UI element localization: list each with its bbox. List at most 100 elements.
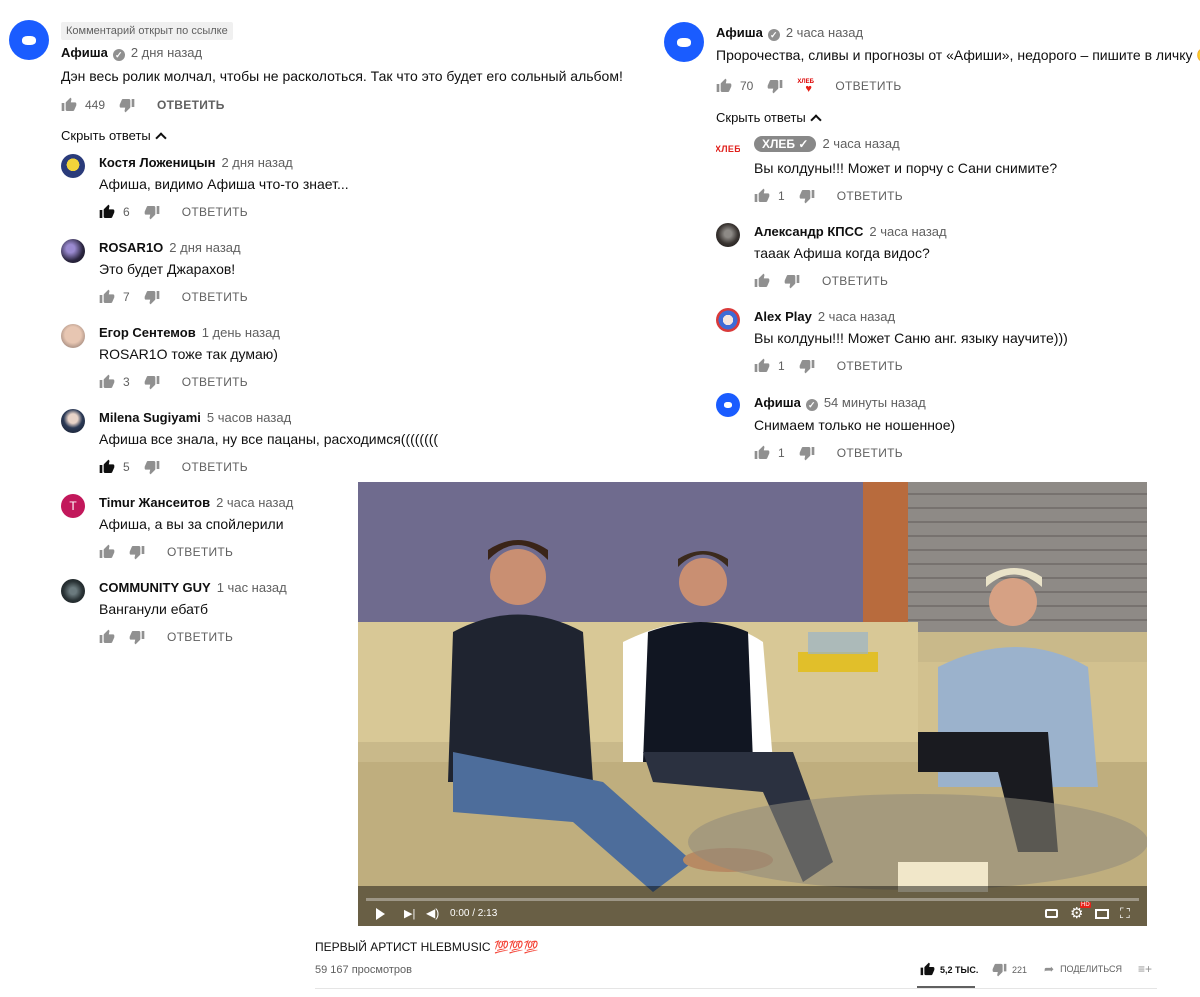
thumb-up-icon[interactable] bbox=[99, 544, 115, 560]
thumb-down-icon[interactable] bbox=[767, 78, 783, 94]
reply-time[interactable]: 2 дня назад bbox=[221, 155, 292, 170]
thumb-down-icon[interactable] bbox=[799, 358, 815, 374]
comment-text: Пророчества, сливы и прогнозы от «Афиши»… bbox=[716, 47, 1200, 64]
author-name[interactable]: ROSAR1O bbox=[99, 240, 163, 255]
thumb-up-icon[interactable] bbox=[99, 204, 115, 220]
thumb-down-icon[interactable] bbox=[784, 273, 800, 289]
reply-author[interactable]: ХЛЕБ ✓ 2 часа назад bbox=[754, 136, 900, 152]
reply-button[interactable]: ОТВЕТИТЬ bbox=[157, 98, 225, 112]
author-name[interactable]: Alex Play bbox=[754, 309, 812, 324]
avatar[interactable] bbox=[61, 239, 85, 263]
thumb-up-icon[interactable] bbox=[99, 629, 115, 645]
reply-button[interactable]: ОТВЕТИТЬ bbox=[167, 630, 233, 644]
reply-author[interactable]: Timur Жансеитов 2 часа назад bbox=[99, 495, 293, 510]
add-to-playlist-button[interactable]: ≡+ bbox=[1138, 962, 1152, 976]
subtitles-icon[interactable] bbox=[1045, 909, 1058, 918]
reply-button[interactable]: ОТВЕТИТЬ bbox=[837, 446, 903, 460]
thumb-down-icon[interactable] bbox=[129, 544, 145, 560]
reply-time[interactable]: 1 час назад bbox=[217, 580, 287, 595]
author-name[interactable]: Афиша bbox=[61, 45, 108, 60]
reply-time[interactable]: 54 минуты назад bbox=[824, 395, 926, 410]
hide-replies-button[interactable]: Скрыть ответы bbox=[61, 128, 167, 144]
reply-button[interactable]: ОТВЕТИТЬ bbox=[182, 375, 248, 389]
avatar[interactable]: ХЛЕБ bbox=[716, 137, 740, 161]
reply-author[interactable]: Костя Ложеницын 2 дня назад bbox=[99, 155, 293, 170]
thumb-down-icon[interactable] bbox=[799, 445, 815, 461]
thumb-down-icon[interactable] bbox=[144, 204, 160, 220]
avatar[interactable] bbox=[716, 223, 740, 247]
reply-author[interactable]: Alex Play 2 часа назад bbox=[754, 309, 895, 324]
thumb-up-icon[interactable] bbox=[716, 78, 732, 94]
thumb-down-icon[interactable] bbox=[799, 188, 815, 204]
author-name[interactable]: Timur Жансеитов bbox=[99, 495, 210, 510]
fullscreen-icon[interactable]: ⛶ bbox=[1120, 905, 1130, 922]
thumb-up-icon[interactable] bbox=[754, 445, 770, 461]
thumb-up-icon[interactable] bbox=[99, 374, 115, 390]
thumb-up-icon[interactable] bbox=[61, 97, 77, 113]
theater-mode-icon[interactable] bbox=[1095, 909, 1109, 919]
reply-time[interactable]: 2 часа назад bbox=[869, 224, 946, 239]
avatar[interactable] bbox=[716, 308, 740, 332]
comment-time[interactable]: 2 дня назад bbox=[131, 45, 202, 60]
volume-icon[interactable]: ◀) bbox=[426, 906, 439, 920]
reply-button[interactable]: ОТВЕТИТЬ bbox=[182, 460, 248, 474]
reply-time[interactable]: 2 часа назад bbox=[822, 136, 899, 151]
hide-replies-button[interactable]: Скрыть ответы bbox=[716, 110, 822, 126]
author-name[interactable]: Афиша bbox=[716, 25, 763, 40]
reply-time[interactable]: 5 часов назад bbox=[207, 410, 291, 425]
channel-owner-badge[interactable]: ХЛЕБ ✓ bbox=[754, 136, 817, 152]
thumb-up-icon[interactable] bbox=[754, 358, 770, 374]
author-name[interactable]: Александр КПСС bbox=[754, 224, 863, 239]
avatar[interactable] bbox=[61, 579, 85, 603]
progress-bar[interactable] bbox=[366, 898, 1139, 901]
thumb-down-icon[interactable] bbox=[144, 289, 160, 305]
reply-button[interactable]: ОТВЕТИТЬ bbox=[837, 359, 903, 373]
video-player[interactable]: ▶| ◀) 0:00 / 2:13 ⚙ HD ⛶ bbox=[358, 482, 1147, 926]
video-title[interactable]: ПЕРВЫЙ АРТИСТ HLEBMUSIC 💯💯💯 bbox=[315, 940, 539, 954]
reply-button[interactable]: ОТВЕТИТЬ bbox=[837, 189, 903, 203]
thumb-down-icon[interactable] bbox=[119, 97, 135, 113]
avatar[interactable] bbox=[61, 154, 85, 178]
reply-author[interactable]: COMMUNITY GUY 1 час назад bbox=[99, 580, 287, 595]
reply-button[interactable]: ОТВЕТИТЬ bbox=[822, 274, 888, 288]
author-name[interactable]: Афиша bbox=[754, 395, 801, 410]
comment-author[interactable]: Афиша ✓ 2 дня назад bbox=[61, 45, 202, 61]
avatar[interactable] bbox=[9, 20, 49, 60]
thumb-down-icon[interactable] bbox=[144, 374, 160, 390]
reply-author[interactable]: Александр КПСС 2 часа назад bbox=[754, 224, 947, 239]
share-button[interactable]: ➦ ПОДЕЛИТЬСЯ bbox=[1044, 962, 1122, 976]
thumb-down-icon[interactable] bbox=[144, 459, 160, 475]
reply-button[interactable]: ОТВЕТИТЬ bbox=[182, 205, 248, 219]
reply-author[interactable]: Афиша ✓ 54 минуты назад bbox=[754, 395, 926, 411]
reply-time[interactable]: 2 дня назад bbox=[169, 240, 240, 255]
avatar[interactable]: T bbox=[61, 494, 85, 518]
avatar[interactable] bbox=[61, 409, 85, 433]
reply-button[interactable]: ОТВЕТИТЬ bbox=[182, 290, 248, 304]
reply-time[interactable]: 2 часа назад bbox=[216, 495, 293, 510]
thumb-down-icon[interactable] bbox=[992, 962, 1007, 977]
thumb-up-icon[interactable] bbox=[99, 459, 115, 475]
comment-author[interactable]: Афиша ✓ 2 часа назад bbox=[716, 25, 863, 41]
author-name[interactable]: COMMUNITY GUY bbox=[99, 580, 211, 595]
play-icon[interactable] bbox=[376, 908, 385, 920]
author-name[interactable]: Костя Ложеницын bbox=[99, 155, 215, 170]
reply-author[interactable]: Егор Сентемов 1 день назад bbox=[99, 325, 280, 340]
comment-time[interactable]: 2 часа назад bbox=[786, 25, 863, 40]
thumb-up-icon[interactable] bbox=[754, 273, 770, 289]
thumb-down-icon[interactable] bbox=[129, 629, 145, 645]
reply-time[interactable]: 1 день назад bbox=[202, 325, 280, 340]
reply-time[interactable]: 2 часа назад bbox=[818, 309, 895, 324]
next-icon[interactable]: ▶| bbox=[404, 907, 415, 920]
reply-author[interactable]: ROSAR1O 2 дня назад bbox=[99, 240, 241, 255]
thumb-up-icon[interactable] bbox=[920, 962, 935, 977]
avatar[interactable] bbox=[716, 393, 740, 417]
thumb-up-icon[interactable] bbox=[754, 188, 770, 204]
author-name[interactable]: Milena Sugiyami bbox=[99, 410, 201, 425]
author-name[interactable]: Егор Сентемов bbox=[99, 325, 196, 340]
reply-author[interactable]: Milena Sugiyami 5 часов назад bbox=[99, 410, 291, 425]
avatar[interactable] bbox=[61, 324, 85, 348]
avatar[interactable] bbox=[664, 22, 704, 62]
reply-button[interactable]: ОТВЕТИТЬ bbox=[835, 79, 901, 93]
reply-button[interactable]: ОТВЕТИТЬ bbox=[167, 545, 233, 559]
thumb-up-icon[interactable] bbox=[99, 289, 115, 305]
